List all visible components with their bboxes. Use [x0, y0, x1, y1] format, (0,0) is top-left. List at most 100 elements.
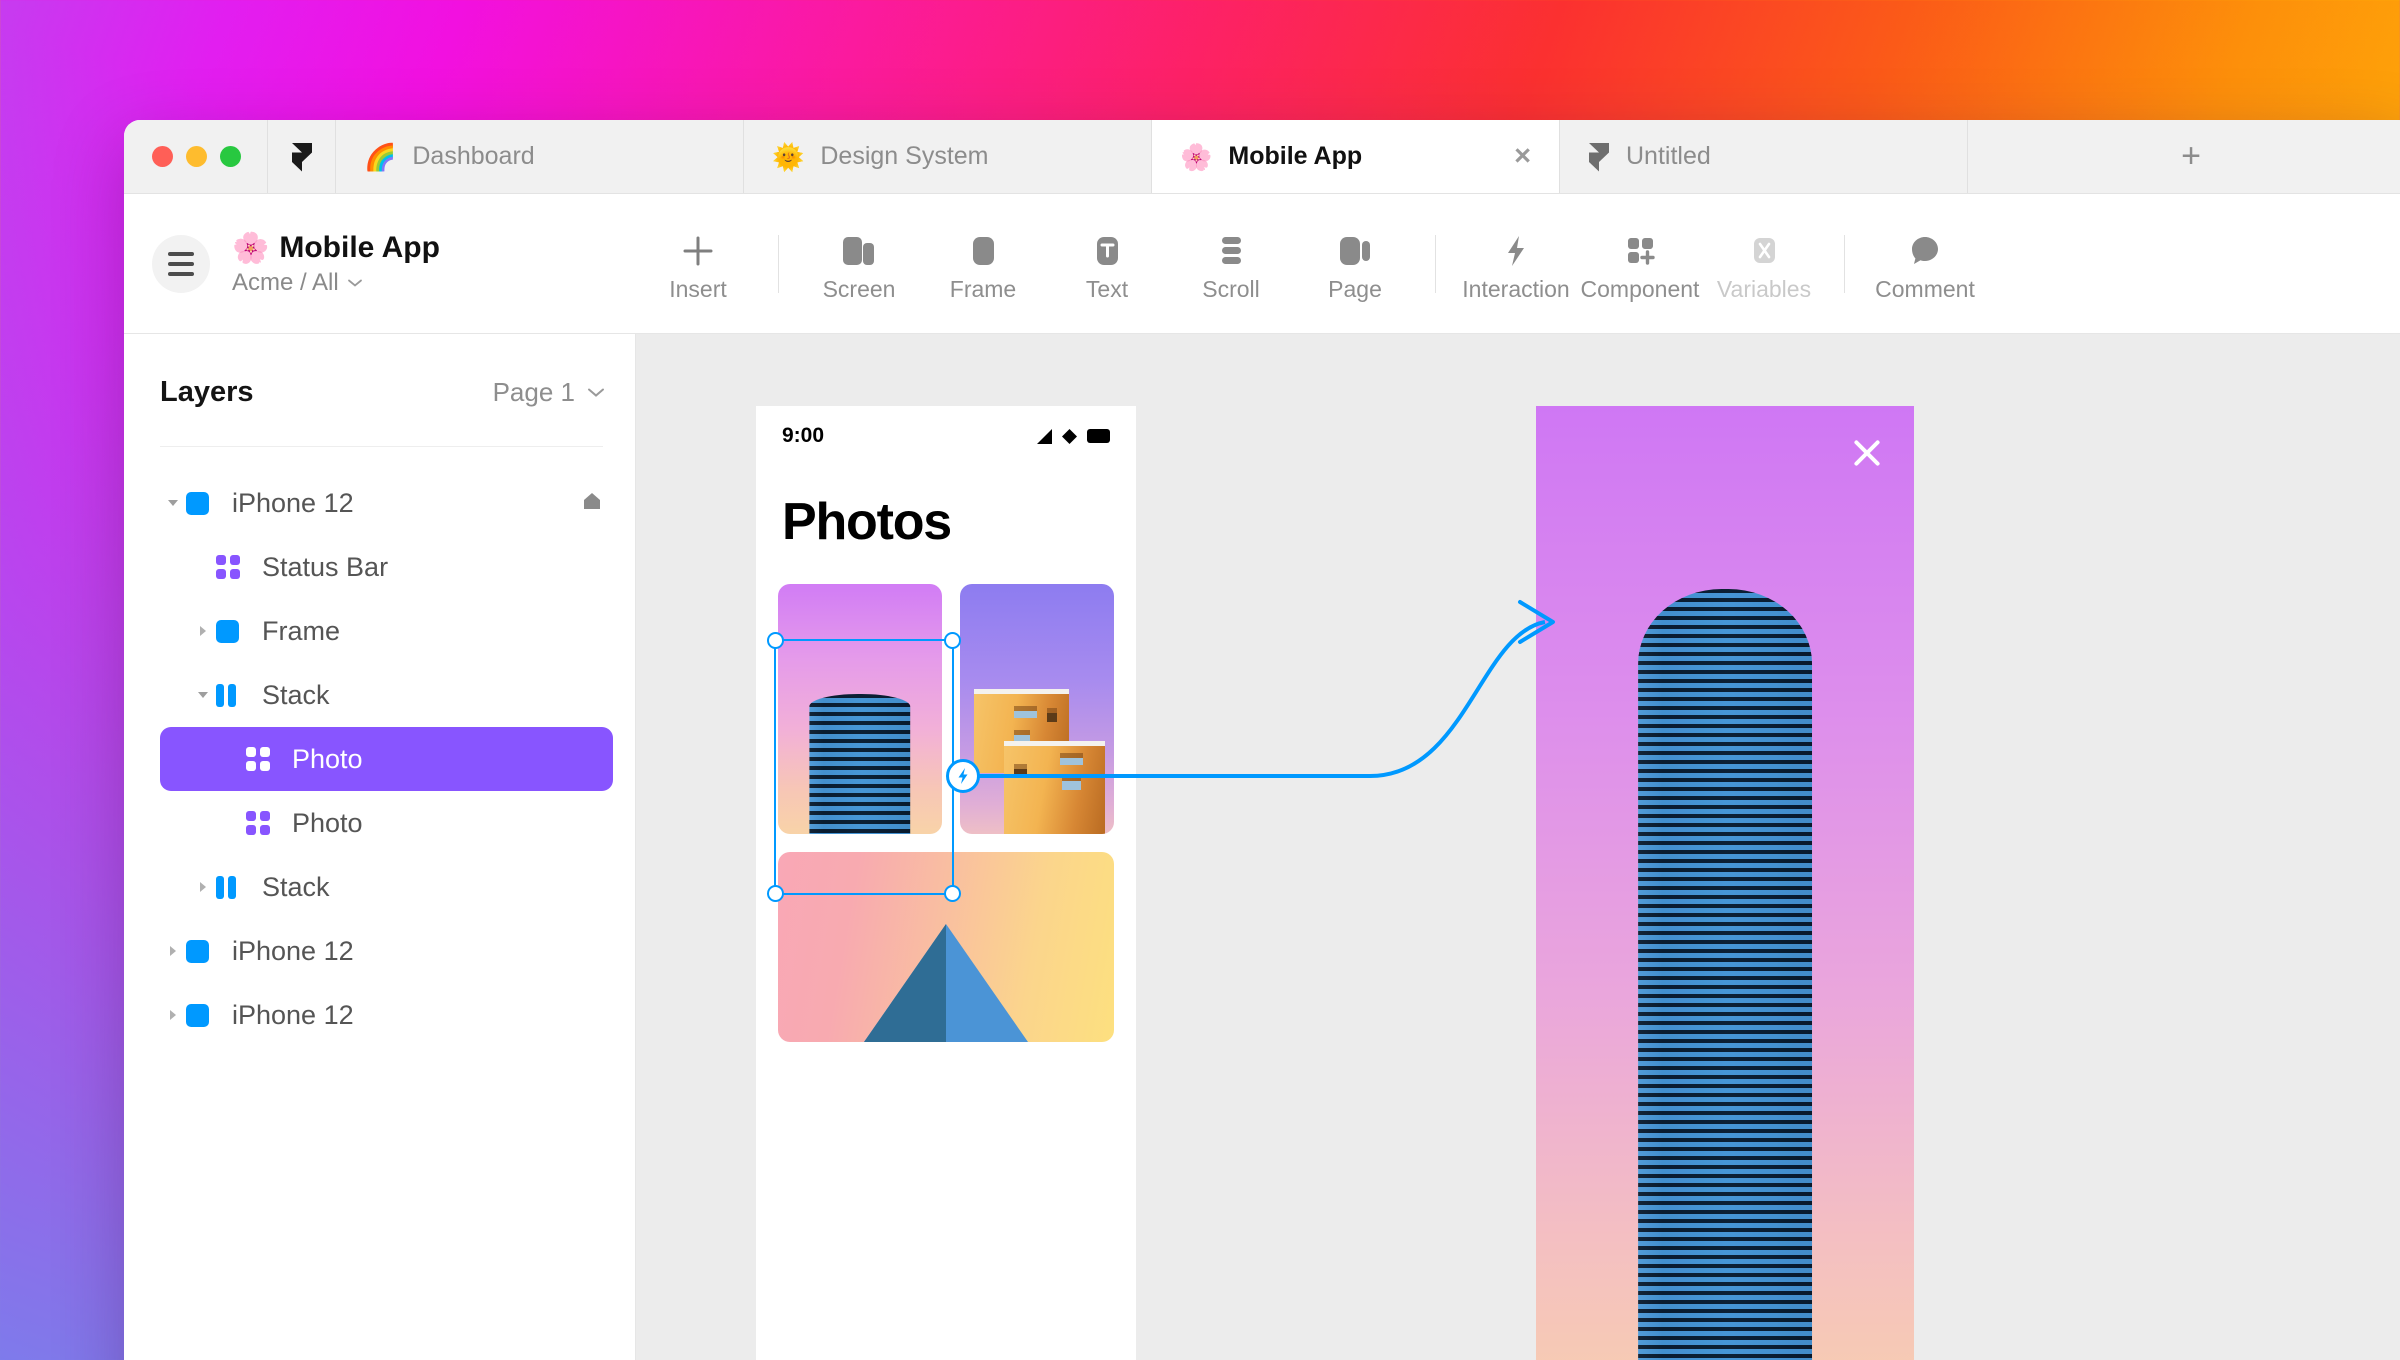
tab-label: Mobile App: [1228, 142, 1363, 170]
tool-component[interactable]: Component: [1578, 227, 1702, 301]
tool-interaction[interactable]: Interaction: [1454, 227, 1578, 301]
tool-label: Scroll: [1202, 275, 1260, 302]
photo-grid: [756, 552, 1136, 1042]
frame-layer-icon: [186, 490, 212, 516]
photo-thumbnail-pyramid[interactable]: [778, 852, 1114, 1042]
interaction-badge[interactable]: [946, 759, 980, 793]
breadcrumb[interactable]: Acme / All: [232, 269, 440, 297]
rainbow-emoji: 🌈: [364, 141, 397, 172]
tool-insert[interactable]: Insert: [636, 227, 760, 301]
tool-label: Interaction: [1462, 275, 1570, 302]
close-icon[interactable]: [1850, 436, 1884, 470]
disclosure-triangle-icon[interactable]: [190, 688, 216, 702]
window: [1062, 781, 1081, 791]
tab-label: Untitled: [1626, 142, 1711, 170]
tool-label: Variables: [1716, 275, 1812, 302]
frame-layer-icon: [216, 618, 242, 644]
layer-row-photo[interactable]: Photo: [160, 791, 613, 855]
layer-tree: iPhone 12 Status Bar Frame Stack Photo Photo S…: [124, 447, 635, 1047]
layer-label: iPhone 12: [232, 999, 354, 1030]
layer-row-photo[interactable]: Photo: [160, 727, 613, 791]
tool-screen[interactable]: Screen: [797, 227, 921, 301]
layer-label: iPhone 12: [232, 487, 354, 518]
chevron-down-icon: [588, 388, 604, 397]
comment-bubble-icon: [1907, 227, 1943, 269]
tab-bar: 🌈 Dashboard 🌞 Design System 🌸 Mobile App…: [124, 120, 2400, 194]
tab-dashboard[interactable]: 🌈 Dashboard: [336, 120, 744, 193]
framer-logo-icon: [1589, 142, 1609, 171]
design-canvas[interactable]: 9:00 Photos: [636, 334, 2400, 1360]
lightning-icon: [958, 768, 968, 784]
window: [1046, 712, 1058, 723]
disclosure-triangle-icon[interactable]: [190, 880, 216, 894]
window: [1060, 758, 1083, 765]
page-selector-label: Page 1: [492, 376, 575, 407]
lightning-icon: [1498, 227, 1534, 269]
tool-text[interactable]: Text: [1045, 227, 1169, 301]
layer-label: iPhone 12: [232, 935, 354, 966]
tab-design-system[interactable]: 🌞 Design System: [744, 120, 1152, 193]
tab-label: Design System: [820, 142, 989, 170]
wifi-icon: [1062, 428, 1077, 444]
plus-icon: [680, 227, 716, 269]
page-selector[interactable]: Page 1: [493, 377, 605, 408]
tool-scroll[interactable]: Scroll: [1169, 227, 1293, 301]
new-tab-button[interactable]: +: [1968, 120, 2400, 193]
component-layer-icon: [246, 810, 272, 836]
framer-logo-icon: [268, 120, 336, 193]
screen-heading: Photos: [782, 493, 952, 551]
photo-thumbnail-brutalist[interactable]: [959, 584, 1114, 834]
disclosure-triangle-icon[interactable]: [190, 624, 216, 638]
photo-thumbnail-tower[interactable]: [778, 584, 942, 834]
layer-label: Photo: [292, 743, 363, 774]
tool-label: Comment: [1875, 275, 1975, 302]
disclosure-triangle-icon[interactable]: [160, 496, 186, 510]
close-icon[interactable]: ×: [1492, 142, 1531, 171]
layer-row-iphone-12[interactable]: iPhone 12: [160, 983, 613, 1047]
frame-layer-icon: [186, 938, 212, 964]
tool-label: Text: [1085, 275, 1129, 302]
menu-button[interactable]: [152, 234, 210, 293]
window-controls: [124, 120, 268, 193]
window: [1014, 769, 1028, 777]
artboard-photo-detail[interactable]: [1536, 406, 1914, 1360]
tool-frame[interactable]: Frame: [921, 227, 1045, 301]
tool-variables[interactable]: Variables: [1702, 227, 1826, 301]
framer-mark-svg: [291, 142, 312, 171]
artboard-photos-list[interactable]: 9:00 Photos: [756, 406, 1136, 1360]
layers-title: Layers: [160, 375, 254, 408]
tool-page[interactable]: Page: [1293, 227, 1417, 301]
toolbar-divider: [1844, 234, 1845, 293]
document-header: 🌸 Mobile App Acme / All: [124, 231, 636, 297]
window: [1014, 711, 1038, 718]
layer-label: Status Bar: [262, 551, 389, 582]
layer-label: Stack: [262, 679, 330, 710]
tool-label: Screen: [822, 275, 896, 302]
toolbar-divider: [1435, 234, 1436, 293]
photo-building: [969, 689, 1105, 834]
tab-mobile-app[interactable]: 🌸 Mobile App ×: [1152, 120, 1560, 193]
disclosure-triangle-icon[interactable]: [160, 944, 186, 958]
zoom-window-button[interactable]: [220, 146, 241, 167]
disclosure-triangle-icon[interactable]: [160, 1008, 186, 1022]
layer-row-frame[interactable]: Frame: [160, 599, 613, 663]
component-add-icon: [1622, 227, 1658, 269]
minimize-window-button[interactable]: [186, 146, 207, 167]
layer-row-iphone-12[interactable]: iPhone 12: [160, 919, 613, 983]
hamburger-line: [168, 261, 194, 266]
tool-label: Frame: [949, 275, 1017, 302]
tool-label: Insert: [669, 275, 727, 302]
tool-comment[interactable]: Comment: [1863, 227, 1987, 301]
layer-row-stack[interactable]: Stack: [160, 855, 613, 919]
component-layer-icon: [216, 554, 242, 580]
tab-untitled[interactable]: Untitled: [1560, 120, 1968, 193]
close-window-button[interactable]: [152, 146, 173, 167]
layer-label: Photo: [292, 807, 363, 838]
layer-row-status-bar[interactable]: Status Bar: [160, 535, 613, 599]
cherry-blossom-emoji: 🌸: [1180, 141, 1213, 172]
photo-pyramid: [864, 924, 1028, 1042]
layer-row-iphone-12[interactable]: iPhone 12: [160, 471, 613, 535]
stack-layer-icon: [216, 682, 242, 708]
hamburger-line: [168, 251, 194, 256]
layer-row-stack[interactable]: Stack: [160, 663, 613, 727]
